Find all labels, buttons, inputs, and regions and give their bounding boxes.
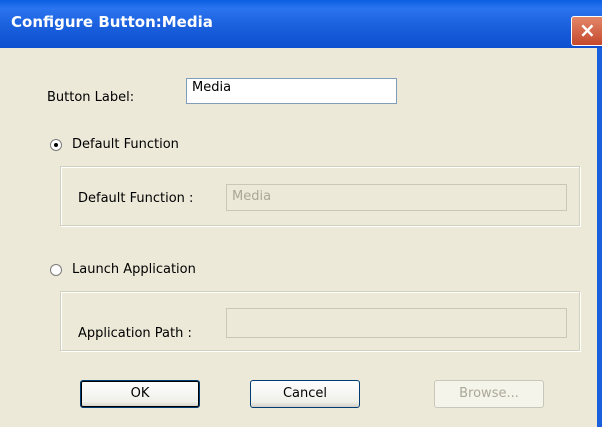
- default-function-field: Media: [226, 184, 567, 211]
- default-function-group: Default Function : Media: [60, 166, 580, 226]
- ok-button[interactable]: OK: [80, 380, 200, 408]
- window-title: Configure Button:Media: [11, 13, 213, 31]
- application-path-field: [226, 308, 567, 338]
- launch-application-radio-label[interactable]: Launch Application: [72, 262, 196, 277]
- launch-application-group: Application Path :: [60, 291, 580, 351]
- browse-button: Browse...: [434, 380, 544, 408]
- application-path-label: Application Path :: [78, 326, 192, 341]
- title-bar[interactable]: Configure Button:Media ×: [0, 0, 602, 48]
- radio-selected-dot: [54, 143, 58, 147]
- configure-button-dialog: Configure Button:Media × Button Label: M…: [0, 0, 602, 427]
- close-button[interactable]: ×: [571, 16, 602, 46]
- window-border: [597, 48, 602, 427]
- launch-application-radio[interactable]: [50, 264, 62, 276]
- default-function-field-label: Default Function :: [78, 191, 194, 206]
- button-label-caption: Button Label:: [47, 90, 135, 105]
- default-function-radio-label[interactable]: Default Function: [72, 137, 179, 152]
- button-label-input[interactable]: Media: [186, 78, 397, 104]
- default-function-radio[interactable]: [50, 139, 62, 151]
- cancel-button[interactable]: Cancel: [250, 380, 360, 408]
- close-icon: ×: [579, 18, 596, 42]
